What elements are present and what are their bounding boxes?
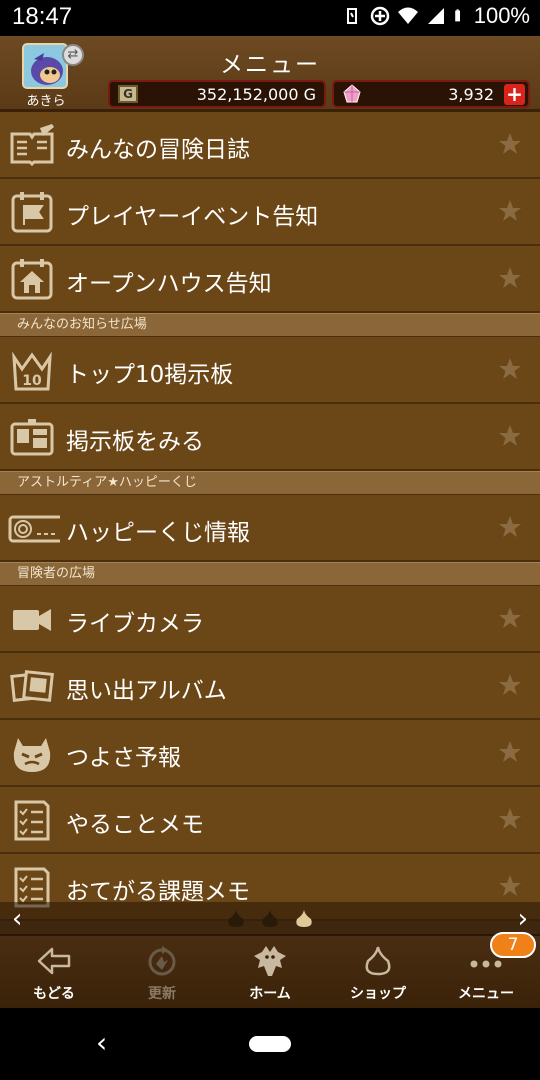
bulletin-board-icon	[10, 419, 54, 456]
favorite-star-icon[interactable]	[498, 357, 522, 381]
favorite-star-icon[interactable]	[498, 807, 522, 831]
back-arrow-icon	[37, 947, 71, 975]
checklist-icon	[14, 800, 50, 841]
menu-item-label: プレイヤーイベント告知	[66, 204, 319, 230]
data-saver-icon	[370, 6, 389, 26]
app-screen: ⇄ あきら メニュー G 352,152,000 G 3,932 + みんなの冒…	[0, 36, 540, 1008]
video-camera-icon	[13, 609, 51, 631]
nav-refresh[interactable]: 更新	[108, 944, 216, 1008]
menu-header: ⇄ あきら メニュー G 352,152,000 G 3,932 +	[0, 36, 540, 112]
battery-level: 100%	[473, 3, 530, 28]
menu-item-adventure-log[interactable]: みんなの冒険日誌	[0, 112, 540, 179]
menu-item-strength-forecast[interactable]: つよさ予報	[0, 720, 540, 787]
slime-dot-active-icon[interactable]	[294, 909, 314, 929]
carousel-next-icon[interactable]: ›	[518, 904, 528, 934]
notification-badge: 7	[490, 932, 536, 958]
favorite-star-icon[interactable]	[498, 740, 522, 764]
favorite-star-icon[interactable]	[498, 132, 522, 156]
crown-10-icon: 10	[12, 351, 52, 391]
calendar-house-icon	[11, 259, 53, 300]
menu-item-memory-album[interactable]: 思い出アルバム	[0, 653, 540, 720]
status-bar: 18:47 100%	[0, 0, 540, 36]
system-back-icon[interactable]: ‹	[96, 1026, 107, 1059]
nav-refresh-label: 更新	[148, 986, 176, 1002]
menu-item-label: やることメモ	[66, 812, 204, 838]
gold-icon: G	[118, 85, 138, 103]
menu-item-label: つよさ予報	[66, 745, 181, 771]
refresh-icon	[148, 946, 176, 976]
lottery-ticket-icon	[8, 515, 60, 543]
menu-item-happy-lottery[interactable]: ハッピーくじ情報	[0, 495, 540, 562]
bottom-nav: もどる 更新 ホーム ショップ メニュー 7	[0, 932, 540, 1008]
status-icons: 100%	[342, 3, 530, 29]
section-header-happy-lottery: アストルティア★ハッピーくじ	[0, 471, 540, 495]
menu-item-label: オープンハウス告知	[66, 271, 272, 297]
menu-item-open-house[interactable]: オープンハウス告知	[0, 246, 540, 313]
battery-icon	[454, 9, 460, 22]
signal-icon	[427, 8, 444, 24]
menu-item-player-events[interactable]: プレイヤーイベント告知	[0, 179, 540, 246]
menu-item-todo-memo[interactable]: やることメモ	[0, 787, 540, 854]
menu-item-label: トップ10掲示板	[66, 362, 234, 388]
favorite-star-icon[interactable]	[498, 606, 522, 630]
svg-text:10: 10	[22, 373, 42, 389]
nav-back[interactable]: もどる	[0, 944, 108, 1008]
nav-menu-label: メニュー	[458, 986, 514, 1002]
player-name: あきら	[26, 94, 66, 109]
nav-shop[interactable]: ショップ	[324, 944, 432, 1008]
book-icon	[10, 124, 54, 166]
menu-item-live-camera[interactable]: ライブカメラ	[0, 586, 540, 653]
menu-item-label: 思い出アルバム	[66, 678, 227, 704]
gem-amount: 3,932	[448, 85, 494, 104]
nav-back-label: もどる	[33, 986, 75, 1002]
dragon-home-icon	[254, 946, 286, 976]
favorite-star-icon[interactable]	[498, 673, 522, 697]
menu-item-top10-board[interactable]: 10 トップ10掲示板	[0, 337, 540, 404]
slime-shop-icon	[365, 946, 391, 976]
carousel-prev-icon[interactable]: ‹	[12, 904, 22, 934]
status-time: 18:47	[12, 3, 73, 30]
system-nav-bar: ‹	[0, 1008, 540, 1080]
favorite-star-icon[interactable]	[498, 515, 522, 539]
page-title: メニュー	[220, 52, 320, 78]
slime-dot-icon[interactable]	[226, 909, 246, 929]
favorite-star-icon[interactable]	[498, 874, 522, 898]
menu-item-label: おてがる課題メモ	[66, 879, 250, 905]
add-gems-button[interactable]: +	[504, 84, 525, 105]
gold-display: G 352,152,000 G	[108, 80, 326, 108]
wifi-icon	[397, 7, 418, 24]
favorite-star-icon[interactable]	[498, 424, 522, 448]
menu-list: みんなの冒険日誌 プレイヤーイベント告知 オープンハウス告知 みんなのお知らせ広…	[0, 112, 540, 921]
favorite-star-icon[interactable]	[498, 266, 522, 290]
menu-item-bulletin-board[interactable]: 掲示板をみる	[0, 404, 540, 471]
banner-carousel: ‹ ›	[0, 902, 540, 934]
nav-home[interactable]: ホーム	[216, 944, 324, 1008]
section-header-news: みんなのお知らせ広場	[0, 313, 540, 337]
menu-item-label: みんなの冒険日誌	[66, 137, 250, 163]
menu-item-label: ハッピーくじ情報	[66, 520, 250, 546]
favorite-star-icon[interactable]	[498, 199, 522, 223]
system-home-pill[interactable]	[249, 1036, 291, 1052]
menu-item-label: ライブカメラ	[66, 611, 204, 637]
photo-album-icon	[10, 670, 54, 702]
slime-dot-icon[interactable]	[260, 909, 280, 929]
section-header-adventurers-plaza: 冒険者の広場	[0, 562, 540, 586]
nav-shop-label: ショップ	[350, 986, 406, 1002]
calendar-flag-icon	[11, 192, 53, 233]
gem-icon	[343, 84, 361, 103]
gold-amount: 352,152,000 G	[196, 85, 316, 104]
gem-display: 3,932 +	[332, 80, 530, 108]
nav-home-label: ホーム	[249, 986, 291, 1002]
monster-face-icon	[13, 738, 51, 772]
menu-item-label: 掲示板をみる	[66, 429, 204, 455]
nfc-icon	[346, 8, 357, 24]
